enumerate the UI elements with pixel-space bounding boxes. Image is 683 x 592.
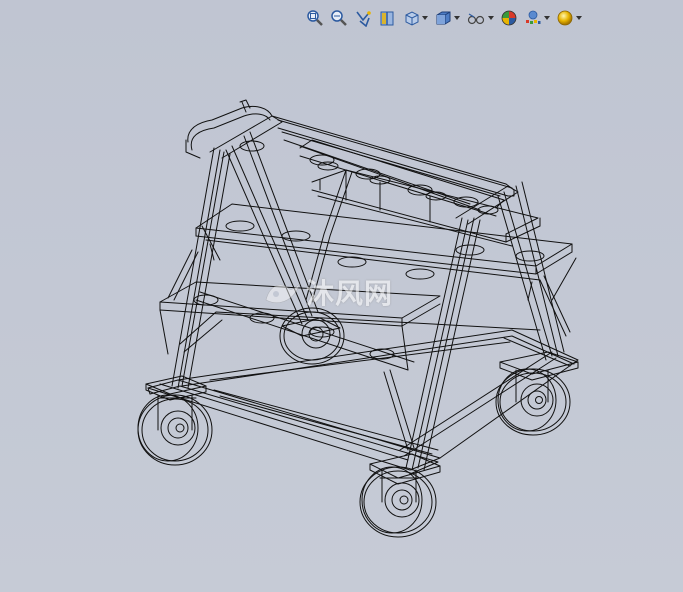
wheel-front-right <box>359 466 437 538</box>
watermark: 沐风网 <box>262 272 393 312</box>
graphics-area[interactable]: 沐风网 <box>0 0 683 592</box>
wheel-front-left <box>137 394 213 466</box>
caster-plates <box>145 317 579 485</box>
watermark-logo-icon <box>265 283 301 304</box>
base-frame <box>147 329 579 475</box>
left-a-frame <box>171 115 319 389</box>
wheel-back-right <box>495 368 571 436</box>
top-handle-tray <box>185 99 515 211</box>
watermark-text: 沐风网 <box>306 277 394 310</box>
